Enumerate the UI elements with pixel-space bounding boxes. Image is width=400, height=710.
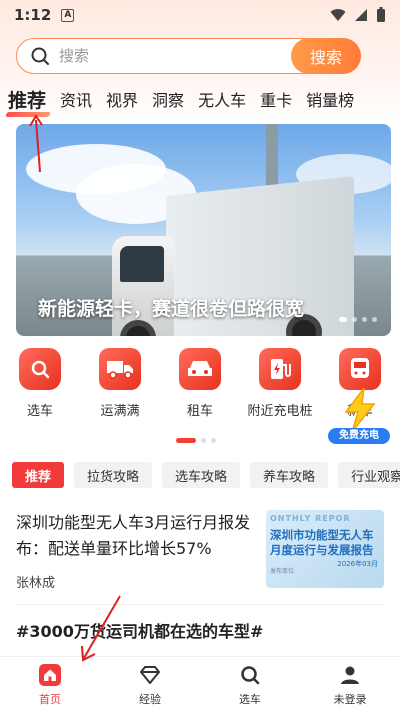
thumbnail-title: 深圳市功能型无人车月度运行与发展报告 <box>270 528 374 557</box>
tab-news[interactable]: 资讯 <box>60 87 92 111</box>
search-icon <box>238 663 262 687</box>
service-label: 选车 <box>26 404 53 419</box>
bus-icon <box>339 348 381 390</box>
signal-icon <box>355 9 367 21</box>
car-icon <box>179 348 221 390</box>
tab-label: 未登录 <box>333 693 367 706</box>
tab-sales-ranking[interactable]: 销量榜 <box>306 87 354 111</box>
service-label: 租车 <box>186 404 213 419</box>
service-yunmanman[interactable]: 运满满 <box>80 348 160 428</box>
service-label: 附近充电桩 <box>247 404 313 419</box>
chip-industry-observation[interactable]: 行业观察 <box>338 462 400 488</box>
notification-icon: A <box>61 8 75 22</box>
free-charging-promo[interactable]: 免费充电 <box>326 388 392 446</box>
service-pager <box>176 438 216 443</box>
home-icon <box>38 663 62 687</box>
charging-icon <box>259 348 301 390</box>
tab-label: 首页 <box>39 693 61 706</box>
banner-carousel[interactable]: 新能源轻卡，赛道很卷但路很宽 <box>16 124 391 336</box>
article-thumbnail: ONTHLY REPOR 深圳市功能型无人车月度运行与发展报告 2026年03月… <box>266 510 384 588</box>
tab-insight[interactable]: 洞察 <box>152 87 184 111</box>
tab-label: 经验 <box>139 693 161 706</box>
service-select-car[interactable]: 选车 <box>0 348 80 428</box>
search-icon <box>29 45 51 67</box>
tab-experience[interactable]: 经验 <box>100 657 200 710</box>
status-time: 1:12 <box>14 6 52 24</box>
pager-dot <box>176 438 196 443</box>
banner-dot <box>372 317 377 322</box>
status-bar: 1:12 A <box>0 0 400 30</box>
chip-car-selection-guide[interactable]: 选车攻略 <box>162 462 241 488</box>
banner-indicator <box>339 317 377 322</box>
banner-caption: 新能源轻卡，赛道很卷但路很宽 <box>38 298 305 320</box>
wifi-icon <box>330 9 346 21</box>
thumbnail-header: ONTHLY REPOR <box>270 514 351 523</box>
service-charging-station[interactable]: 附近充电桩 <box>240 348 320 428</box>
truck-icon <box>99 348 141 390</box>
chip-car-maintenance-guide[interactable]: 养车攻略 <box>250 462 329 488</box>
topic-headline[interactable]: #3000万货运司机都在选的车型# <box>16 618 263 642</box>
tab-autonomous[interactable]: 无人车 <box>198 87 246 111</box>
banner-dot <box>339 317 347 322</box>
lightning-icon <box>344 388 376 432</box>
pager-dot <box>211 438 216 443</box>
tab-video[interactable]: 视界 <box>106 87 138 111</box>
search-input[interactable] <box>59 47 279 65</box>
search-icon <box>19 348 61 390</box>
feed-divider <box>16 604 384 605</box>
diamond-icon <box>138 663 162 687</box>
tab-select-car[interactable]: 选车 <box>200 657 300 710</box>
pager-dot <box>201 438 206 443</box>
tab-recommend[interactable]: 推荐 <box>8 86 46 113</box>
category-tabs: 推荐 资讯 视界 洞察 无人车 重卡 销量榜 <box>8 84 398 114</box>
battery-icon <box>377 7 385 22</box>
tab-label: 选车 <box>239 693 261 706</box>
article-card[interactable]: 深圳功能型无人车3月运行月报发布：配送单量环比增长57% 张林成 ONTHLY … <box>16 510 384 602</box>
service-rent-car[interactable]: 租车 <box>160 348 240 428</box>
banner-dot <box>352 317 357 322</box>
banner-dot <box>362 317 367 322</box>
thumbnail-date: 2026年03月 <box>337 560 378 568</box>
service-label: 运满满 <box>100 404 140 419</box>
tab-profile[interactable]: 未登录 <box>300 657 400 710</box>
bottom-tab-bar: 首页 经验 选车 未登录 <box>0 656 400 710</box>
search-button[interactable]: 搜索 <box>291 37 361 74</box>
article-author: 张林成 <box>16 576 56 591</box>
tab-home[interactable]: 首页 <box>0 657 100 710</box>
tab-heavy-truck[interactable]: 重卡 <box>260 87 292 111</box>
promo-label: 免费充电 <box>328 428 390 444</box>
thumbnail-note: 发布单位 <box>270 568 295 575</box>
article-title: 深圳功能型无人车3月运行月报发布：配送单量环比增长57% <box>16 513 251 558</box>
truck-windshield <box>120 246 164 282</box>
chip-cargo-guide[interactable]: 拉货攻略 <box>74 462 153 488</box>
filter-chips: 推荐 拉货攻略 选车攻略 养车攻略 行业观察 <box>12 462 400 488</box>
chip-recommend[interactable]: 推荐 <box>12 462 65 488</box>
search-bar[interactable]: 搜索 <box>16 37 361 74</box>
user-icon <box>338 663 362 687</box>
